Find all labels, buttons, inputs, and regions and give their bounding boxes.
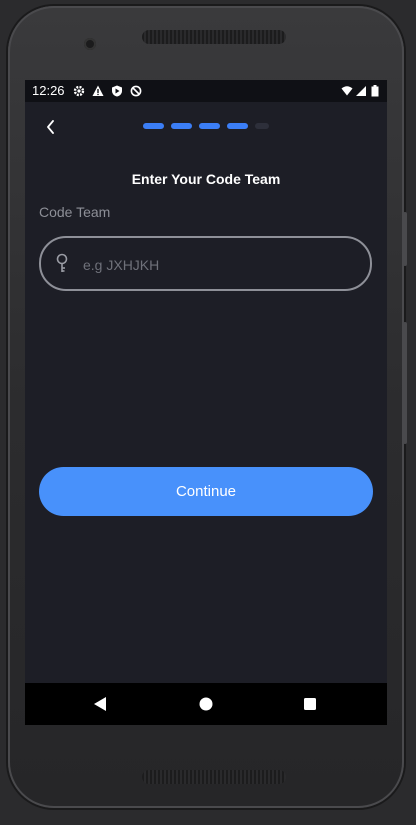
nav-recents-icon[interactable] xyxy=(303,696,317,712)
bottom-speaker xyxy=(142,770,286,784)
status-time: 12:26 xyxy=(32,83,65,98)
page-title: Enter Your Code Team xyxy=(131,171,281,187)
no-sync-icon xyxy=(130,85,142,97)
code-team-input[interactable] xyxy=(81,238,365,291)
nav-back-icon[interactable] xyxy=(93,696,107,712)
continue-button[interactable]: Continue xyxy=(39,467,373,516)
power-button[interactable] xyxy=(403,322,407,444)
top-speaker xyxy=(142,30,286,44)
progress-step-4 xyxy=(227,123,248,129)
warning-icon xyxy=(92,85,104,96)
key-icon xyxy=(56,253,68,272)
wifi-icon xyxy=(341,86,353,96)
signal-icon xyxy=(356,86,366,96)
gear-icon xyxy=(73,85,85,97)
progress-step-3 xyxy=(199,123,220,129)
shield-icon xyxy=(112,85,122,97)
battery-icon xyxy=(371,85,379,97)
back-chevron-icon[interactable] xyxy=(43,118,59,136)
volume-button[interactable] xyxy=(403,212,407,266)
progress-step-2 xyxy=(171,123,192,129)
status-bar: 12:26 xyxy=(25,80,387,102)
progress-step-5 xyxy=(255,123,269,129)
nav-home-icon[interactable] xyxy=(199,696,213,712)
app-screen: 12:26 Enter Your Code Team Code Team e.g… xyxy=(25,80,387,725)
progress-step-1 xyxy=(143,123,164,129)
android-nav-bar xyxy=(25,683,387,725)
code-team-input-container[interactable] xyxy=(39,236,372,291)
front-camera xyxy=(84,38,96,50)
code-team-label: Code Team xyxy=(39,204,111,220)
